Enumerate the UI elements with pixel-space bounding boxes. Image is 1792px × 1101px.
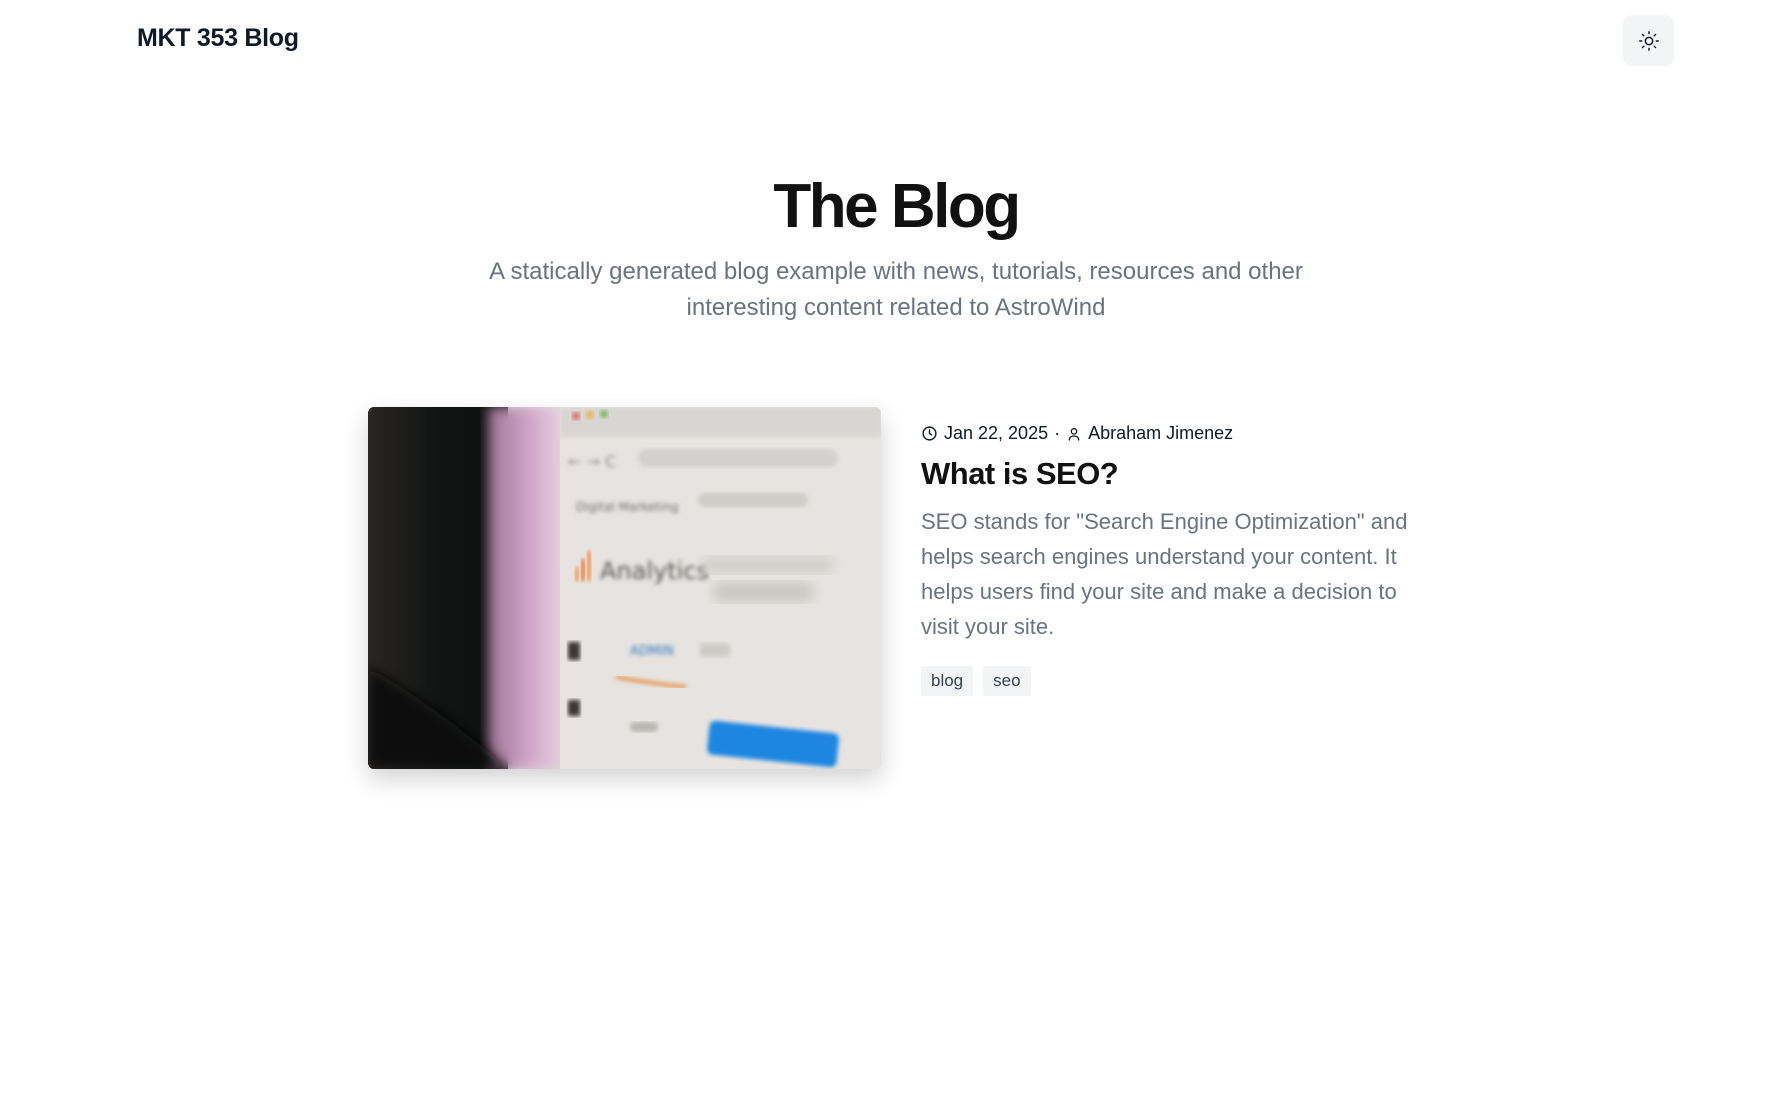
post-meta: Jan 22, 2025 · Abraham Jimenez xyxy=(921,423,1431,444)
tag-blog[interactable]: blog xyxy=(921,666,974,696)
site-header: MKT 353 Blog xyxy=(0,0,1792,80)
post-author: Abraham Jimenez xyxy=(1088,423,1234,443)
theme-toggle-button[interactable] xyxy=(1623,15,1674,66)
post-title-link[interactable]: What is SEO? xyxy=(921,456,1431,492)
post-tags: blog seo xyxy=(921,666,1431,696)
page-title: The Blog xyxy=(773,172,1021,241)
image-text-analytics: Analytics xyxy=(600,557,709,585)
analytics-screenshot-image: ← → C Digital Marketing Analytics ADMIN xyxy=(368,407,881,769)
post-image-link[interactable]: ← → C Digital Marketing Analytics ADMIN xyxy=(368,407,881,769)
hero-section: The Blog A statically generated blog exa… xyxy=(0,170,1792,326)
post-card: ← → C Digital Marketing Analytics ADMIN xyxy=(368,407,1428,771)
sun-icon xyxy=(1638,30,1659,51)
meta-separator: · xyxy=(1054,423,1061,443)
image-text-admin: ADMIN xyxy=(630,644,674,659)
image-text-digital-marketing: Digital Marketing xyxy=(576,500,679,514)
post-body: Jan 22, 2025 · Abraham Jimenez What is S… xyxy=(921,407,1431,696)
post-excerpt: SEO stands for "Search Engine Optimizati… xyxy=(921,509,1408,639)
tag-seo[interactable]: seo xyxy=(983,666,1031,696)
clock-icon xyxy=(922,426,937,441)
user-icon xyxy=(1068,427,1080,441)
post-date: Jan 22, 2025 xyxy=(944,423,1049,443)
page-subtitle: A statically generated blog example with… xyxy=(489,258,1303,322)
site-title-link[interactable]: MKT 353 Blog xyxy=(137,24,299,53)
svg-text:← → C: ← → C xyxy=(568,452,616,471)
